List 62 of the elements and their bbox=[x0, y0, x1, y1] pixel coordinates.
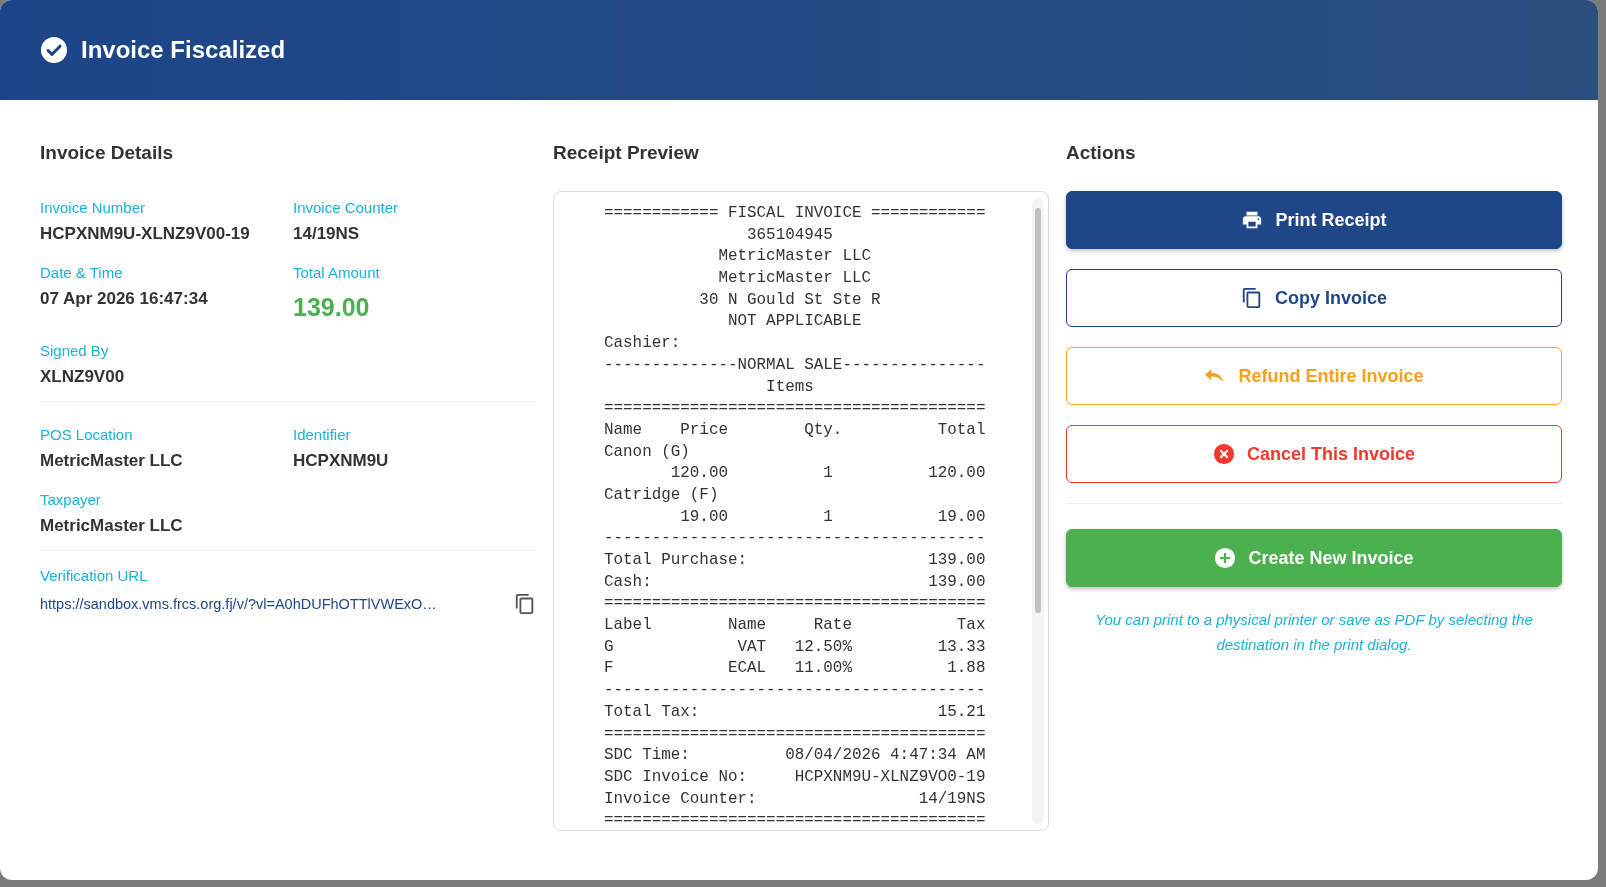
field-label: Date & Time bbox=[40, 264, 124, 281]
receipt-line: NOT APPLICABLE bbox=[726, 311, 863, 333]
receipt-line: ======================================== bbox=[604, 723, 987, 745]
printer-icon bbox=[1241, 209, 1264, 231]
field-label: Identifier bbox=[293, 426, 352, 443]
scrollbar[interactable] bbox=[1032, 198, 1044, 824]
field-label: POS Location bbox=[40, 426, 134, 443]
dialog-title: Invoice Fiscalized bbox=[81, 36, 286, 64]
receipt-line: Total Purchase: 139.00 bbox=[604, 550, 987, 571]
check-circle-icon bbox=[41, 37, 67, 63]
receipt-line: Cash: 139.00 bbox=[604, 571, 987, 593]
copy-icon bbox=[1241, 286, 1263, 310]
receipt-line: MetricMaster LLC bbox=[717, 246, 872, 268]
plus-circle-icon bbox=[1214, 547, 1237, 569]
field-value: MetricMaster LLC bbox=[40, 451, 184, 471]
receipt-line: 120.00 1 120.00 bbox=[669, 463, 987, 485]
section-heading: Actions bbox=[1066, 142, 1137, 165]
total-amount: 139.00 bbox=[293, 293, 371, 322]
receipt-line: --------------NORMAL SALE--------------- bbox=[604, 354, 987, 376]
field-label: Verification URL bbox=[40, 567, 149, 584]
receipt-line: 365104945 bbox=[746, 224, 834, 246]
receipt-line: MetricMaster LLC bbox=[717, 268, 872, 290]
receipt-line: ======================================== bbox=[604, 593, 987, 615]
section-heading: Receipt Preview bbox=[553, 142, 700, 165]
receipt-line: Total Tax: 15.21 bbox=[604, 701, 987, 723]
receipt-line: G VAT 12.50% 13.33 bbox=[604, 636, 987, 658]
receipt-line: Canon (G) bbox=[604, 441, 691, 463]
receipt-line: 19.00 1 19.00 bbox=[679, 506, 987, 528]
field-value: HCPXNM9U-XLNZ9V00-19 bbox=[40, 224, 251, 244]
field-label: Taxpayer bbox=[40, 491, 102, 508]
receipt-line: ============ FISCAL INVOICE ============ bbox=[604, 203, 987, 224]
receipt-line: Invoice Counter: 14/19NS bbox=[604, 788, 987, 810]
close-circle-icon bbox=[1212, 443, 1235, 465]
field-value: MetricMaster LLC bbox=[40, 516, 184, 536]
section-heading: Invoice Details bbox=[40, 142, 175, 165]
copy-icon[interactable] bbox=[514, 592, 536, 616]
receipt-line: ---------------------------------------- bbox=[604, 528, 987, 550]
field-value: 07 Apr 2026 16:47:34 bbox=[40, 289, 209, 309]
copy-button[interactable]: Copy Invoice bbox=[1066, 269, 1562, 327]
field-value: HCPXNM9U bbox=[293, 451, 390, 471]
receipt-line: 30 N Gould St Ste R bbox=[698, 289, 882, 311]
field-label: Signed By bbox=[40, 342, 110, 359]
field-label: Invoice Counter bbox=[293, 199, 400, 216]
receipt-line: F ECAL 11.00% 1.88 bbox=[604, 658, 987, 680]
receipt-line: Catridge (F) bbox=[604, 484, 720, 506]
receipt-line: SDC Invoice No: HCPXNM9U-XLNZ9VO0-19 bbox=[604, 766, 987, 788]
receipt-line: Name Price Qty. Total bbox=[604, 419, 987, 441]
receipt-line: ======================================== bbox=[604, 810, 987, 830]
field-value: XLNZ9V00 bbox=[40, 367, 126, 387]
field-value: 14/19NS bbox=[293, 224, 361, 244]
receipt-line: Label Name Rate Tax bbox=[604, 615, 987, 637]
receipt-line: Items bbox=[765, 376, 815, 398]
receipt-line: SDC Time: 08/04/2026 4:47:34 AM bbox=[604, 745, 987, 767]
cancel-button[interactable]: Cancel This Invoice bbox=[1066, 425, 1562, 483]
verification-link[interactable]: https://sandbox.vms.frcs.org.fj/v/?vl=A0hDUFhOTTlVWExO… bbox=[40, 596, 437, 612]
print-hint: You can print to a physical printer or save as PDF by selecting the destination in the print dialog. bbox=[1094, 610, 1534, 655]
print-button[interactable]: Print Receipt bbox=[1066, 191, 1562, 249]
field-label: Invoice Number bbox=[40, 199, 147, 216]
receipt-line: ======================================== bbox=[604, 398, 987, 420]
receipt-line: ---------------------------------------- bbox=[604, 680, 987, 702]
receipt-line: Cashier: bbox=[604, 333, 682, 355]
field-label: Total Amount bbox=[293, 264, 381, 281]
